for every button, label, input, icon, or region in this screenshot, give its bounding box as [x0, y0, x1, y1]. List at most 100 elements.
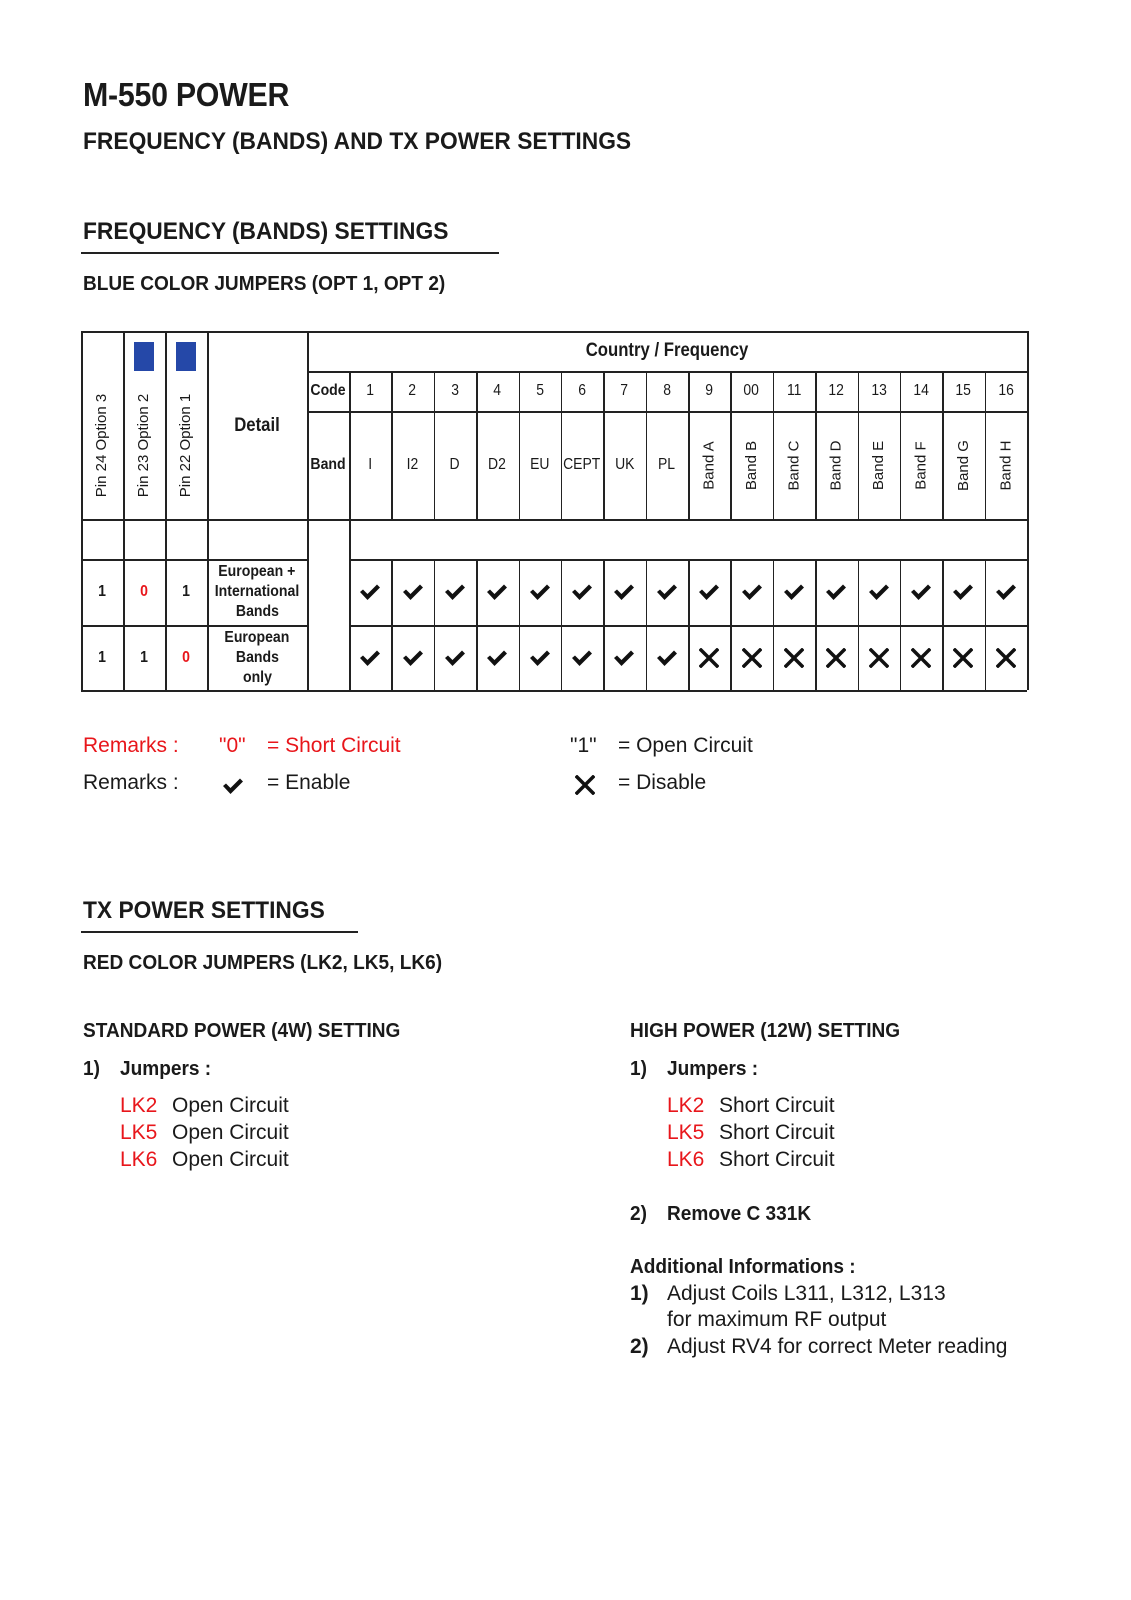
- code-cell: 7: [620, 382, 629, 399]
- code-cell: 9: [705, 382, 714, 399]
- remark-short-circuit: = Short Circuit: [267, 734, 401, 757]
- frequency-band-table: Pin 24 Option 3 Pin 23 Option 2 Pin 22 Opt…: [81, 331, 1029, 692]
- jumper-name: LK6: [667, 1148, 705, 1171]
- country-frequency-header: Country / Frequency: [585, 340, 749, 361]
- high-step1-label: Jumpers :: [667, 1057, 759, 1080]
- row-detail: European Bands only: [207, 625, 307, 690]
- band-label-text: Band G: [954, 439, 972, 491]
- band-label-text: I: [368, 456, 373, 473]
- check-icon: [476, 559, 518, 625]
- jumper-item: LK6 Open Circuit: [120, 1148, 289, 1175]
- jumper-item: LK5 Open Circuit: [120, 1121, 289, 1148]
- cross-icon: [985, 625, 1027, 690]
- band-cell: UK: [603, 411, 645, 519]
- band-label-text: EU: [529, 456, 550, 473]
- high-step2-number: 2): [630, 1202, 647, 1225]
- high-jumper-list: LK2 Short Circuit LK5 Short Circuit LK6 Sho…: [667, 1094, 835, 1175]
- band-label-text: UK: [614, 456, 635, 473]
- cross-icon: [815, 625, 857, 690]
- jumper-name: LK2: [120, 1094, 158, 1117]
- check-icon: [603, 559, 645, 625]
- code-label: Code: [310, 382, 346, 399]
- check-icon: [222, 777, 244, 795]
- code-cell: 5: [535, 382, 544, 399]
- band-label-text: I2: [406, 456, 419, 473]
- cross-icon: [942, 625, 984, 690]
- check-icon: [900, 559, 942, 625]
- row-detail-line: only: [242, 668, 272, 686]
- check-icon: [773, 559, 815, 625]
- band-cell: Band E: [858, 411, 900, 519]
- code-cell: 8: [662, 382, 671, 399]
- band-cell: Band G: [942, 411, 984, 519]
- band-cell: PL: [646, 411, 688, 519]
- check-icon: [985, 559, 1027, 625]
- check-icon: [646, 625, 688, 690]
- high-step1-number: 1): [630, 1057, 647, 1080]
- band-label-text: Band F: [912, 440, 930, 490]
- check-icon: [349, 559, 391, 625]
- check-icon: [646, 559, 688, 625]
- cross-icon: [575, 775, 595, 795]
- remark-label-1: Remarks :: [83, 734, 179, 757]
- additional-1-number: 1): [630, 1282, 649, 1305]
- band-cell: I: [349, 411, 391, 519]
- band-label-text: Band D: [827, 439, 845, 491]
- additional-1-line-1: Adjust Coils L311, L312, L313: [667, 1282, 946, 1305]
- row-detail-line: International: [214, 583, 300, 600]
- row-detail-line: Bands: [235, 603, 279, 620]
- remark-label-2: Remarks :: [83, 771, 179, 794]
- jumper-name: LK5: [667, 1121, 705, 1144]
- remark-key-zero: "0": [219, 734, 246, 757]
- code-cell: 00: [743, 382, 760, 399]
- band-cell: D: [434, 411, 476, 519]
- jumper-name: LK6: [120, 1148, 158, 1171]
- row-detail-line: Bands: [235, 648, 279, 666]
- band-cell: Band B: [730, 411, 772, 519]
- check-icon: [391, 559, 433, 625]
- band-label: Band: [310, 456, 346, 473]
- blue-jumper-icon: [134, 342, 154, 371]
- pin-value: 0: [182, 648, 190, 666]
- code-cell: 1: [366, 382, 375, 399]
- row-detail-line: European +: [218, 563, 296, 580]
- pin-header: Pin 23 Option 2: [123, 371, 165, 519]
- band-cell: Band D: [815, 411, 857, 519]
- tx-section-heading: TX POWER SETTINGS: [83, 897, 325, 924]
- jumper-state: Short Circuit: [719, 1121, 835, 1144]
- high-step2-label: Remove C 331K: [667, 1202, 812, 1225]
- code-cell: 13: [870, 382, 887, 399]
- cross-icon: [900, 625, 942, 690]
- check-icon: [434, 625, 476, 690]
- pin-value: 0: [140, 583, 148, 600]
- check-icon: [519, 625, 561, 690]
- check-icon: [603, 625, 645, 690]
- band-label-text: Band C: [785, 439, 803, 491]
- check-icon: [476, 625, 518, 690]
- standard-jumper-list: LK2 Open Circuit LK5 Open Circuit LK6 Open …: [120, 1094, 289, 1175]
- table-hline: [81, 519, 1027, 521]
- additional-2-number: 2): [630, 1335, 649, 1358]
- band-cell: Band A: [688, 411, 730, 519]
- pin-header: Pin 22 Option 1: [165, 371, 207, 519]
- pin-header-label: Pin 23 Option 2: [135, 393, 153, 497]
- jumper-state: Open Circuit: [172, 1094, 289, 1117]
- detail-header: Detail: [234, 415, 280, 436]
- check-icon: [688, 559, 730, 625]
- remark-key-one: "1": [570, 734, 597, 757]
- blue-jumper-icon: [176, 342, 196, 371]
- band-cell: Band F: [900, 411, 942, 519]
- standard-power-heading: STANDARD POWER (4W) SETTING: [83, 1019, 401, 1042]
- additional-1-line-2: for maximum RF output: [667, 1308, 887, 1331]
- band-cell: Band C: [773, 411, 815, 519]
- code-cell: 4: [493, 382, 502, 399]
- pin-value: 1: [98, 583, 106, 600]
- code-cell: 3: [451, 382, 459, 399]
- frequency-heading-underline: [81, 252, 499, 254]
- band-label-text: D: [449, 456, 460, 473]
- code-cell: 6: [578, 382, 586, 399]
- table-vline: [307, 331, 309, 690]
- jumper-name: LK2: [667, 1094, 705, 1117]
- additional-info-heading: Additional Informations :: [630, 1255, 856, 1278]
- row-detail-line: European: [224, 628, 290, 646]
